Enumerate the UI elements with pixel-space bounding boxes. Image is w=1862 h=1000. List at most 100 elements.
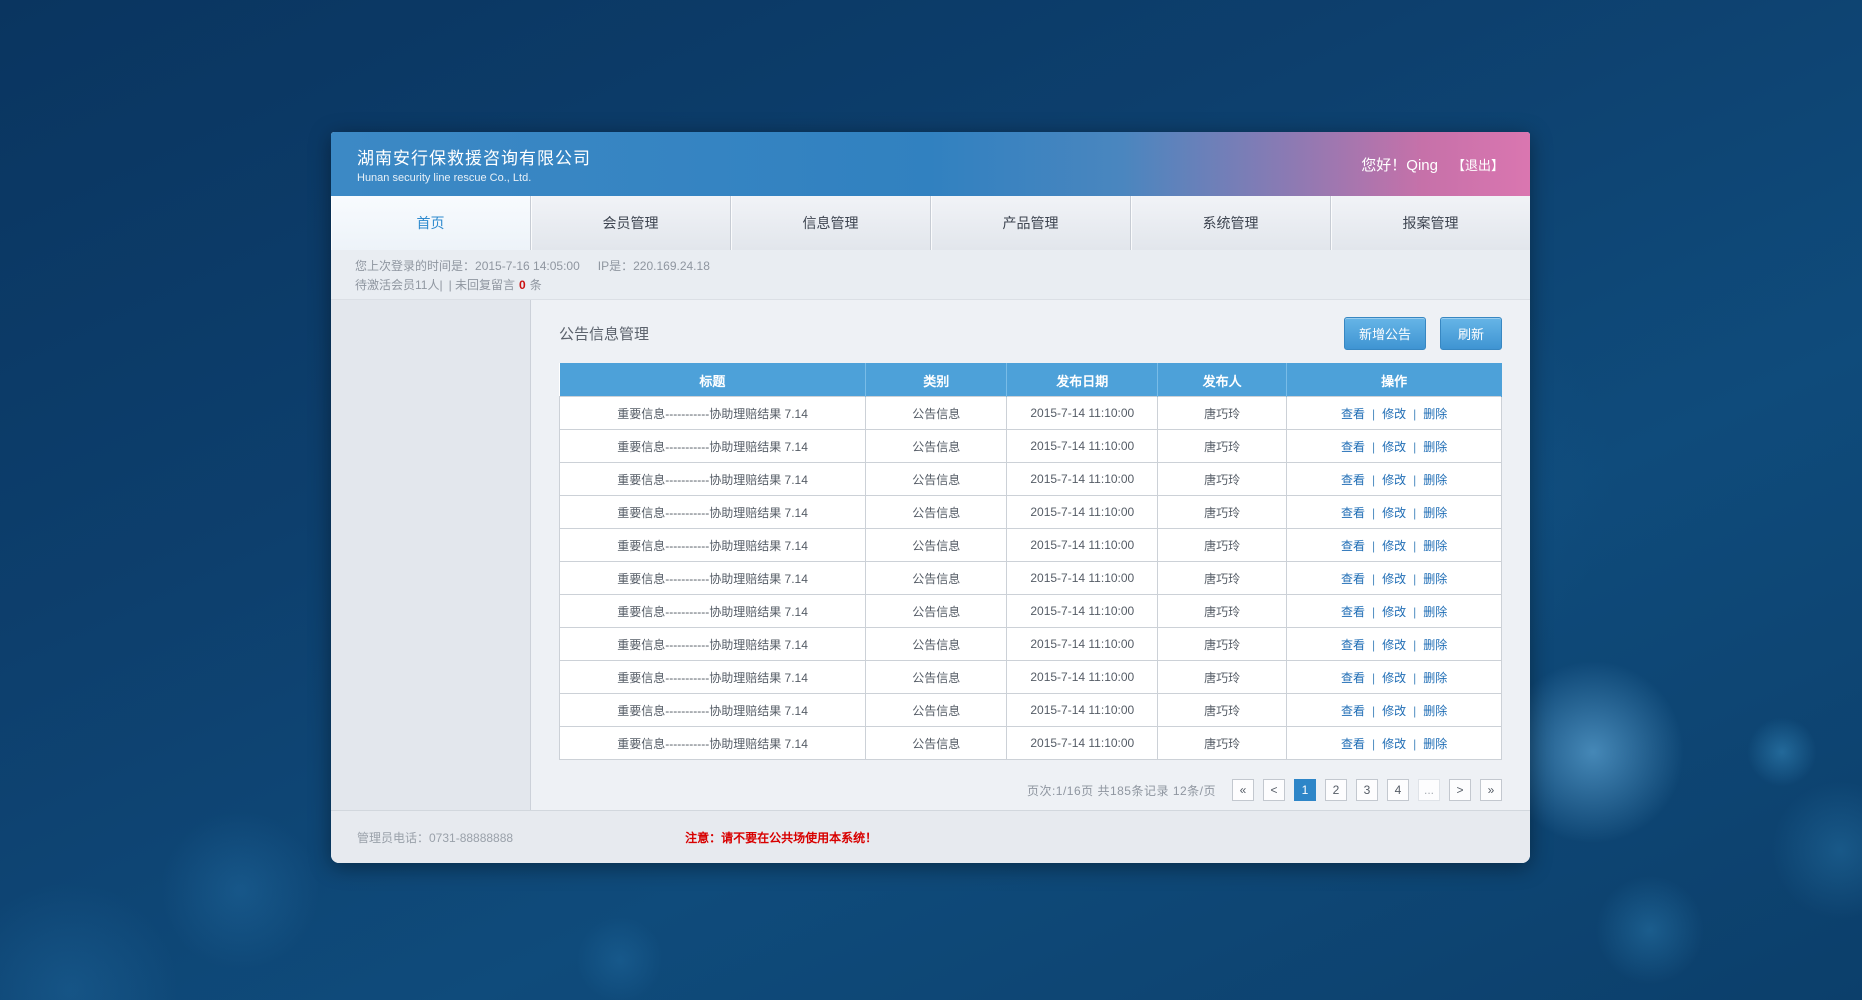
delete-link[interactable]: 删除 [1423,506,1447,520]
unreplied-unit: 条 [530,278,542,292]
table-row: 重要信息-----------协助理赔结果 7.14公告信息2015-7-14 … [560,496,1502,529]
page-button-ellipsis: ... [1418,779,1440,801]
delete-link[interactable]: 删除 [1423,605,1447,619]
cell-publisher: 唐巧玲 [1158,628,1287,661]
page-button-page-1[interactable]: 1 [1294,779,1316,801]
edit-link[interactable]: 修改 [1382,473,1406,487]
tab-system[interactable]: 系统管理 [1131,196,1331,250]
tab-information[interactable]: 信息管理 [731,196,931,250]
view-link[interactable]: 查看 [1341,671,1365,685]
delete-link[interactable]: 删除 [1423,704,1447,718]
cell-category: 公告信息 [866,463,1007,496]
delete-link[interactable]: 删除 [1423,638,1447,652]
action-separator: | [1413,704,1416,718]
table-row: 重要信息-----------协助理赔结果 7.14公告信息2015-7-14 … [560,529,1502,562]
user-area: 您好！Qing 【退出】 [1361,154,1504,175]
app-window: 湖南安行保救援咨询有限公司 Hunan security line rescue… [331,132,1530,863]
pagination-buttons: « <1234... > » [1232,779,1502,801]
edit-link[interactable]: 修改 [1382,737,1406,751]
page-button-prev[interactable]: < [1263,779,1285,801]
page-button-page-3[interactable]: 3 [1356,779,1378,801]
edit-link[interactable]: 修改 [1382,407,1406,421]
edit-link[interactable]: 修改 [1382,539,1406,553]
cell-actions: 查看|修改|删除 [1287,529,1502,562]
login-info-bar: 您上次登录的时间是：2015-7-16 14:05:00IP是：220.169.… [331,250,1530,300]
warning-text: 注意：请不要在公共场使用本系统！ [685,829,877,846]
delete-link[interactable]: 删除 [1423,539,1447,553]
cell-title: 重要信息-----------协助理赔结果 7.14 [560,694,866,727]
sidebar [331,300,531,810]
cell-title: 重要信息-----------协助理赔结果 7.14 [560,397,866,430]
logout-button[interactable]: 【退出】 [1452,155,1504,174]
edit-link[interactable]: 修改 [1382,638,1406,652]
page-button-next[interactable]: > [1449,779,1471,801]
table-row: 重要信息-----------协助理赔结果 7.14公告信息2015-7-14 … [560,562,1502,595]
delete-link[interactable]: 删除 [1423,440,1447,454]
edit-link[interactable]: 修改 [1382,605,1406,619]
last-login-line: 您上次登录的时间是：2015-7-16 14:05:00IP是：220.169.… [355,257,1506,276]
cell-title: 重要信息-----------协助理赔结果 7.14 [560,727,866,760]
app-header: 湖南安行保救援咨询有限公司 Hunan security line rescue… [331,132,1530,196]
pagination: 页次:1/16页 共185条记录 12条/页 «<1234...>» [559,779,1502,801]
page-button-first[interactable]: « [1232,779,1254,801]
delete-link[interactable]: 删除 [1423,473,1447,487]
refresh-button[interactable]: 刷新 [1440,317,1502,350]
view-link[interactable]: 查看 [1341,440,1365,454]
delete-link[interactable]: 删除 [1423,572,1447,586]
tab-products[interactable]: 产品管理 [931,196,1131,250]
cell-actions: 查看|修改|删除 [1287,628,1502,661]
cell-category: 公告信息 [866,595,1007,628]
action-separator: | [1372,539,1375,553]
unreplied-count: 0 [519,278,526,292]
delete-link[interactable]: 删除 [1423,407,1447,421]
view-link[interactable]: 查看 [1341,572,1365,586]
action-separator: | [1413,638,1416,652]
table-row: 重要信息-----------协助理赔结果 7.14公告信息2015-7-14 … [560,430,1502,463]
add-announcement-button[interactable]: 新增公告 [1344,317,1426,350]
delete-link[interactable]: 删除 [1423,671,1447,685]
view-link[interactable]: 查看 [1341,506,1365,520]
page-button-last[interactable]: » [1480,779,1502,801]
ip-label: IP是： [598,259,633,273]
page-title: 公告信息管理 [559,323,649,344]
view-link[interactable]: 查看 [1341,737,1365,751]
brand: 湖南安行保救援咨询有限公司 Hunan security line rescue… [357,144,591,184]
cell-title: 重要信息-----------协助理赔结果 7.14 [560,628,866,661]
cell-date: 2015-7-14 11:10:00 [1007,562,1158,595]
edit-link[interactable]: 修改 [1382,704,1406,718]
action-separator: | [1372,506,1375,520]
cell-date: 2015-7-14 11:10:00 [1007,496,1158,529]
table-row: 重要信息-----------协助理赔结果 7.14公告信息2015-7-14 … [560,397,1502,430]
last-login-time: 2015-7-16 14:05:00 [475,259,580,273]
view-link[interactable]: 查看 [1341,638,1365,652]
tab-members[interactable]: 会员管理 [531,196,731,250]
ip-value: 220.169.24.18 [633,259,710,273]
cell-actions: 查看|修改|删除 [1287,463,1502,496]
cell-publisher: 唐巧玲 [1158,496,1287,529]
table-row: 重要信息-----------协助理赔结果 7.14公告信息2015-7-14 … [560,661,1502,694]
cell-date: 2015-7-14 11:10:00 [1007,529,1158,562]
cell-actions: 查看|修改|删除 [1287,562,1502,595]
toolbar: 新增公告 刷新 [1344,317,1502,350]
tab-case-report[interactable]: 报案管理 [1331,196,1530,250]
action-separator: | [1413,572,1416,586]
view-link[interactable]: 查看 [1341,473,1365,487]
delete-link[interactable]: 删除 [1423,737,1447,751]
table-row: 重要信息-----------协助理赔结果 7.14公告信息2015-7-14 … [560,595,1502,628]
edit-link[interactable]: 修改 [1382,572,1406,586]
action-separator: | [1413,671,1416,685]
cell-category: 公告信息 [866,562,1007,595]
page-button-page-2[interactable]: 2 [1325,779,1347,801]
tab-home[interactable]: 首页 [331,196,531,250]
view-link[interactable]: 查看 [1341,407,1365,421]
table-body: 重要信息-----------协助理赔结果 7.14公告信息2015-7-14 … [560,397,1502,760]
edit-link[interactable]: 修改 [1382,671,1406,685]
view-link[interactable]: 查看 [1341,605,1365,619]
cell-title: 重要信息-----------协助理赔结果 7.14 [560,595,866,628]
edit-link[interactable]: 修改 [1382,440,1406,454]
edit-link[interactable]: 修改 [1382,506,1406,520]
view-link[interactable]: 查看 [1341,539,1365,553]
view-link[interactable]: 查看 [1341,704,1365,718]
table-row: 重要信息-----------协助理赔结果 7.14公告信息2015-7-14 … [560,727,1502,760]
page-button-page-4[interactable]: 4 [1387,779,1409,801]
